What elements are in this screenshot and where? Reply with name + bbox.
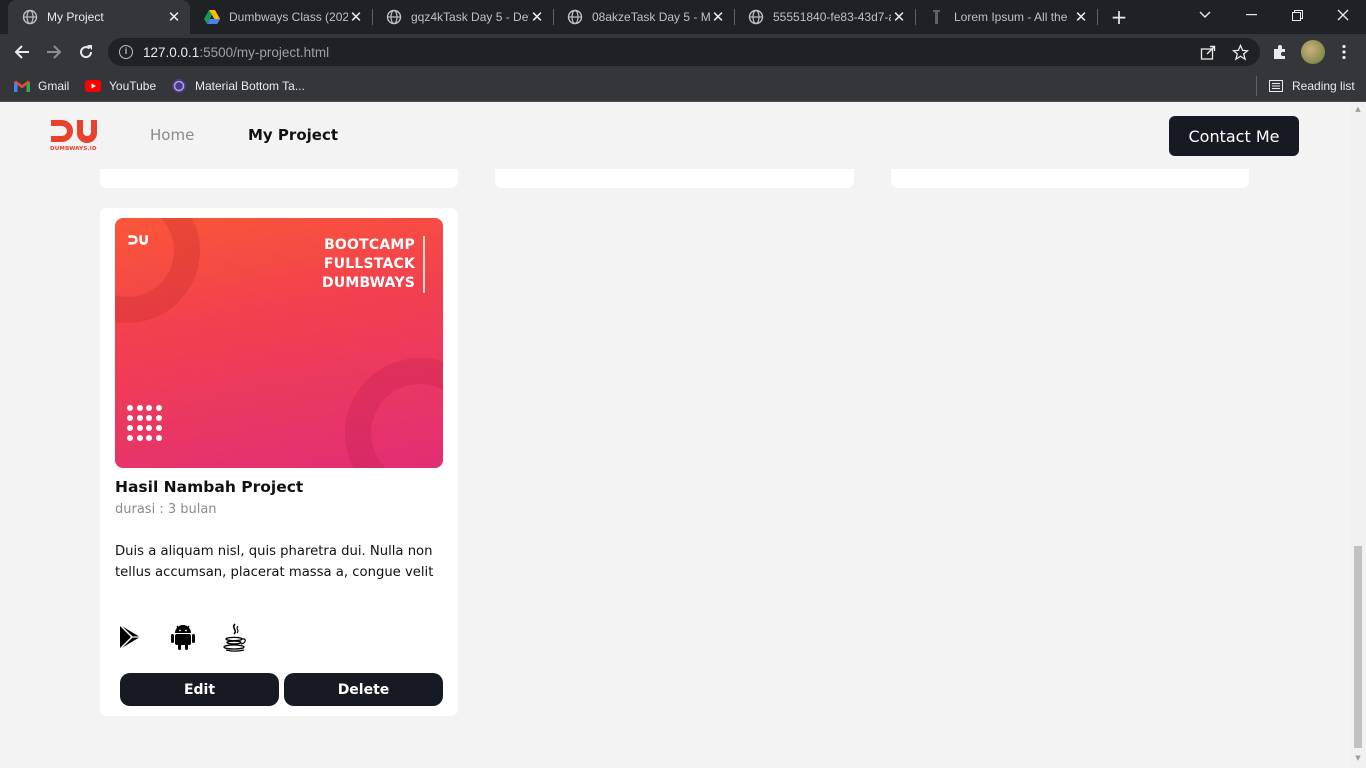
close-icon[interactable]: ✕ <box>710 8 726 26</box>
nav-my-project-link[interactable]: My Project <box>248 126 338 144</box>
browser-tab-strip: My Project ✕ Dumbways Class (2022 ✕ gqz4… <box>0 0 1366 34</box>
restore-button[interactable] <box>1274 0 1320 30</box>
tab-title: Dumbways Class (2022 <box>229 10 348 24</box>
gmail-icon <box>14 78 30 94</box>
project-title[interactable]: Hasil Nambah Project <box>115 478 303 496</box>
android-icon <box>168 621 198 653</box>
info-icon[interactable]: i <box>119 45 133 59</box>
globe-icon <box>22 9 38 25</box>
new-tab-button[interactable]: + <box>1108 6 1130 28</box>
dumbways-logo[interactable]: DUMBWAYS.ID <box>50 118 102 154</box>
reading-list-label: Reading list <box>1292 79 1355 93</box>
page-scrollbar[interactable]: ▲ ▼ <box>1350 103 1366 768</box>
project-card: BOOTCAMP FULLSTACK DUMBWAYS Hasil Nambah… <box>100 208 458 716</box>
chevron-down-icon <box>1199 11 1211 18</box>
tab-lorem-ipsum[interactable]: Lorem Ipsum - All the ✕ <box>915 0 1097 34</box>
site-navbar: DUMBWAYS.ID Home My Project Contact Me <box>0 103 1350 169</box>
bookmark-label: YouTube <box>109 79 157 93</box>
tab-my-project[interactable]: My Project ✕ <box>8 0 190 34</box>
tab-task-day5-det[interactable]: gqz4kTask Day 5 - Det ✕ <box>372 0 553 34</box>
close-window-button[interactable] <box>1320 0 1366 30</box>
tab-search-button[interactable] <box>1182 0 1228 30</box>
bookmark-label: Gmail <box>38 79 70 93</box>
tab-task-day5-my[interactable]: 08akzeTask Day 5 - My ✕ <box>553 0 734 34</box>
scroll-thumb[interactable] <box>1354 546 1362 748</box>
banner-title: BOOTCAMP FULLSTACK DUMBWAYS <box>322 236 425 293</box>
share-icon[interactable] <box>1198 42 1218 62</box>
reading-list-button[interactable]: Reading list <box>1268 76 1355 96</box>
url-text: 127.0.0.1:5500/my-project.html <box>143 44 330 60</box>
logo-text: DUMBWAYS.ID <box>50 146 97 152</box>
back-button[interactable] <box>10 40 34 64</box>
nav-home-link[interactable]: Home <box>150 126 194 144</box>
browser-toolbar: i 127.0.0.1:5500/my-project.html <box>0 34 1366 70</box>
arrow-left-icon <box>14 45 29 59</box>
tab-title: gqz4kTask Day 5 - Det <box>411 10 529 24</box>
page-viewport: DUMBWAYS.ID Home My Project Contact Me B… <box>0 103 1366 768</box>
bookmark-star-icon[interactable] <box>1230 42 1250 62</box>
google-drive-icon <box>204 9 220 25</box>
contact-me-button[interactable]: Contact Me <box>1169 116 1299 156</box>
globe-icon <box>567 9 583 25</box>
close-icon[interactable]: ✕ <box>166 8 182 26</box>
minimize-button[interactable] <box>1228 0 1274 30</box>
tab-title: My Project <box>47 10 104 24</box>
scroll-down-icon[interactable]: ▼ <box>1354 754 1362 762</box>
forward-button[interactable] <box>42 40 66 64</box>
scroll-up-icon[interactable]: ▲ <box>1354 105 1362 113</box>
delete-button[interactable]: Delete <box>284 673 443 706</box>
lorem-ipsum-icon <box>929 9 945 25</box>
reading-list-icon <box>1268 78 1284 94</box>
bookmark-gmail[interactable]: Gmail <box>14 76 69 96</box>
menu-dots-icon[interactable] <box>1334 42 1354 62</box>
close-icon[interactable]: ✕ <box>891 8 907 26</box>
project-duration: durasi : 3 bulan <box>115 502 217 517</box>
globe-icon <box>386 9 402 25</box>
tab-title: 55551840-fe83-43d7-a <box>773 10 891 24</box>
play-store-icon <box>115 621 145 653</box>
globe-icon <box>748 9 764 25</box>
banner-logo <box>128 234 150 254</box>
java-icon <box>220 621 250 653</box>
project-image[interactable]: BOOTCAMP FULLSTACK DUMBWAYS <box>115 218 443 468</box>
project-description: Duis a aliquam nisl, quis pharetra dui. … <box>115 544 434 580</box>
bookmark-label: Material Bottom Ta... <box>195 79 305 93</box>
reload-button[interactable] <box>74 40 98 64</box>
address-bar[interactable]: i 127.0.0.1:5500/my-project.html <box>108 38 1260 66</box>
edit-button[interactable]: Edit <box>120 673 279 706</box>
bookmarks-bar: Gmail YouTube Material Bottom Ta... Read… <box>0 70 1366 102</box>
close-icon[interactable]: ✕ <box>1073 8 1089 26</box>
material-icon <box>171 78 187 94</box>
extensions-icon[interactable] <box>1270 42 1290 62</box>
dot-pattern <box>127 405 163 441</box>
tab-title: 08akzeTask Day 5 - My <box>592 10 710 24</box>
close-icon[interactable]: ✕ <box>529 8 545 26</box>
close-icon[interactable]: ✕ <box>348 8 364 26</box>
reload-icon <box>80 45 93 59</box>
bookmark-material[interactable]: Material Bottom Ta... <box>171 76 305 96</box>
youtube-icon <box>85 78 101 94</box>
arrow-right-icon <box>47 45 62 59</box>
tab-dumbways-class[interactable]: Dumbways Class (2022 ✕ <box>190 0 372 34</box>
tab-title: Lorem Ipsum - All the <box>954 10 1068 24</box>
bookmark-youtube[interactable]: YouTube <box>85 76 156 96</box>
tab-uuid[interactable]: 55551840-fe83-43d7-a ✕ <box>734 0 915 34</box>
profile-avatar[interactable] <box>1301 40 1325 64</box>
